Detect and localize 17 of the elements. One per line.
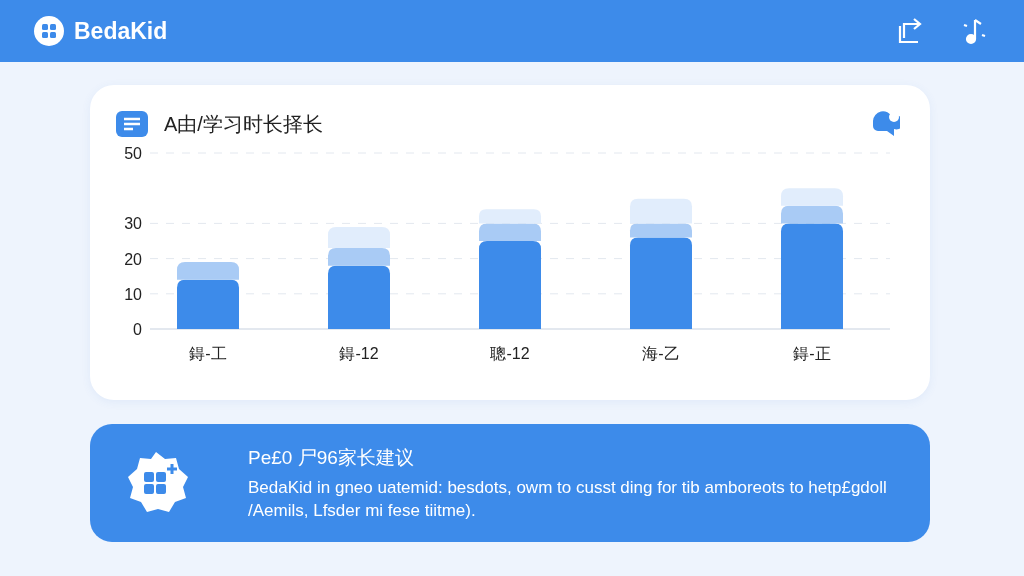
logo-icon [34, 16, 64, 46]
axis-category-label: 鍀-工 [189, 345, 227, 362]
list-icon [116, 111, 148, 137]
axis-tick-label: 10 [124, 285, 142, 303]
tip-title: Pe£0 尸96家长建议 [248, 445, 415, 470]
axis-tick-label: 0 [133, 321, 142, 338]
axis-category-label: 海-乙 [642, 345, 680, 362]
tip-text: BedaKid in gneo uatemid: besdots, owm to cusst ding for tib amboreots to hetp£gdoll /Aemils, Lfsder mi fese tiitme). [248, 476, 888, 522]
axis-category-label: 鍀-正 [793, 345, 831, 362]
axis-tick-label: 30 [124, 215, 142, 233]
chart-title: A由/学习时长择长 [164, 111, 324, 137]
axis-tick-label: 50 [124, 147, 142, 162]
axis-category-label: 聰-12 [490, 345, 530, 362]
chat-bubble-icon[interactable] [870, 109, 900, 139]
axis-category-label: 鍀-12 [339, 345, 379, 362]
app-name: BedaKid [74, 17, 168, 45]
axis-tick-label: 20 [124, 250, 142, 268]
